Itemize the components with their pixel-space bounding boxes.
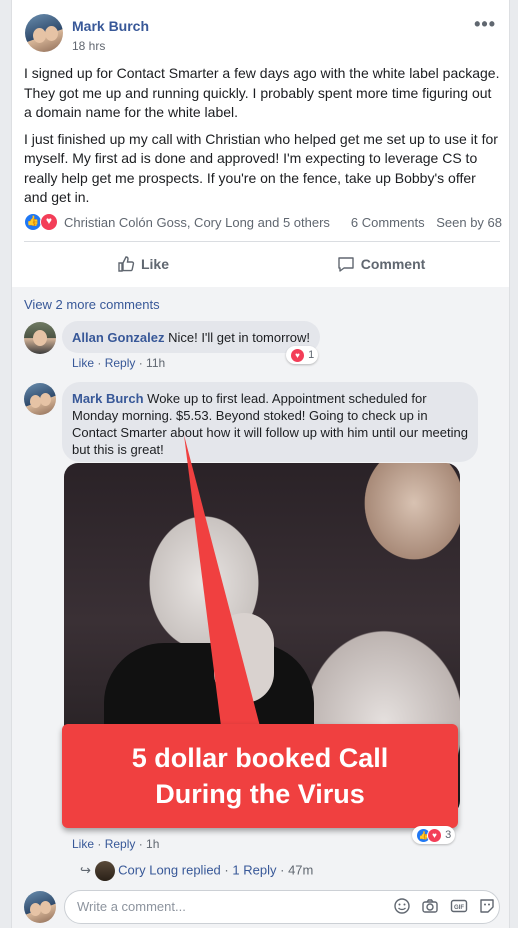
comment-button[interactable]: Comment — [262, 248, 500, 280]
camera-icon[interactable] — [421, 897, 439, 920]
post-header: Mark Burch 18 hrs ••• — [25, 14, 499, 60]
post-counts: 6 Comments Seen by 68 — [343, 215, 502, 230]
banner-line: 5 dollar booked Call — [131, 743, 389, 773]
reaction-count: 3 — [445, 829, 452, 841]
post-actions: Like Comment — [24, 248, 500, 280]
post-paragraph: I signed up for Contact Smarter a few da… — [24, 65, 500, 120]
sticker-icon[interactable] — [478, 897, 496, 920]
reactors-list[interactable]: Christian Colón Goss, Cory Long and 5 ot… — [64, 215, 330, 230]
gif-icon[interactable]: GIF — [450, 897, 468, 920]
reply-arrow-icon: ↪ — [80, 862, 91, 878]
more-options-button[interactable]: ••• — [474, 14, 496, 35]
seen-by-count[interactable]: Seen by 68 — [436, 215, 502, 230]
author-name[interactable]: Mark Burch — [72, 18, 149, 34]
replies-summary[interactable]: ↪ Cory Long replied · 1 Reply · 47m — [80, 861, 313, 881]
post-body: I signed up for Contact Smarter a few da… — [24, 64, 502, 215]
callout-banner: 5 dollar booked Call During the Virus — [62, 724, 458, 828]
author-avatar[interactable] — [25, 14, 63, 52]
post-card: Mark Burch 18 hrs ••• I signed up for Co… — [11, 0, 510, 928]
comment-input-tools: GIF — [387, 897, 496, 920]
reply-count[interactable]: 1 Reply — [232, 862, 276, 877]
replier-name[interactable]: Cory Long — [118, 862, 178, 877]
write-comment-row: Write a comment... GIF — [24, 890, 504, 924]
comment-label: Comment — [360, 256, 426, 272]
comment-like-link[interactable]: Like — [72, 837, 94, 851]
comment-reply-link[interactable]: Reply — [105, 837, 136, 851]
like-button[interactable]: Like — [24, 248, 262, 280]
post-timestamp[interactable]: 18 hrs — [72, 39, 105, 53]
replier-avatar — [94, 861, 115, 881]
like-label: Like — [140, 256, 169, 272]
thumbs-up-icon — [118, 256, 135, 272]
love-reaction-icon[interactable]: ♥ — [40, 213, 58, 231]
comment-meta: Like · Reply · 1h — [72, 837, 160, 851]
comments-count[interactable]: 6 Comments — [351, 215, 425, 230]
reactions-summary: 👍 ♥ Christian Colón Goss, Cory Long and … — [24, 212, 502, 234]
comment-reaction-badge[interactable]: 👍 ♥ 3 — [412, 826, 456, 844]
comment-icon — [338, 257, 354, 272]
comments-section: View 2 more comments Allan Gonzalez Nice… — [12, 287, 509, 928]
reply-action-text[interactable]: replied — [182, 862, 221, 877]
reply-time: 47m — [288, 862, 314, 878]
love-reaction-icon: ♥ — [427, 827, 442, 843]
comment-time[interactable]: 1h — [146, 837, 159, 851]
svg-text:GIF: GIF — [454, 905, 464, 911]
post-paragraph: I just finished up my call with Christia… — [24, 130, 498, 206]
emoji-icon[interactable] — [393, 897, 411, 920]
current-user-avatar — [24, 891, 56, 923]
divider — [24, 241, 500, 242]
banner-line: During the Virus — [155, 779, 365, 809]
